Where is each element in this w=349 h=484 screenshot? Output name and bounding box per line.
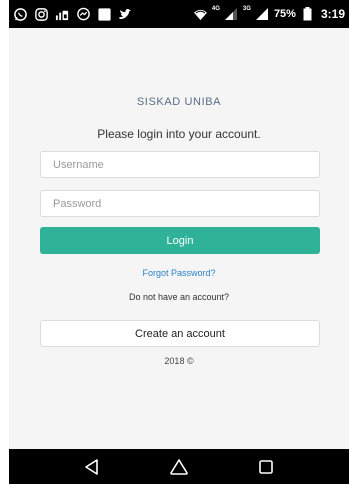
instagram-icon [34,7,49,22]
no-account-text: Do not have an account? [128,292,230,302]
signal-meter-icon [55,7,70,22]
battery-icon [300,7,315,22]
wifi-icon [193,7,208,22]
battery-percent: 75% [273,8,296,20]
phone-frame: 4G 3G 75% 3:19 SISKAD UNIBA Please login… [0,0,349,484]
clock: 3:19 [320,7,345,21]
signal-3g-icon [255,7,270,22]
login-screen: SISKAD UNIBA Please login into your acco… [9,28,349,449]
square-notification-icon [97,7,112,22]
forgot-password-link[interactable]: Forgot Password? [9,268,349,278]
home-icon[interactable] [165,453,193,481]
login-button[interactable]: Login [40,227,320,254]
create-account-button[interactable]: Create an account [40,320,320,347]
status-bar: 4G 3G 75% 3:19 [9,0,349,28]
back-icon[interactable] [78,453,106,481]
network-3g-label: 3G [242,6,251,12]
navigation-bar [9,449,349,484]
copyright-footer: 2018 © [164,356,194,366]
whatsapp-icon [13,7,28,22]
login-subtitle: Please login into your account. [97,127,261,141]
recents-icon[interactable] [252,453,280,481]
messenger-icon [76,7,91,22]
network-4g-label: 4G [211,6,220,12]
password-input[interactable] [40,190,320,217]
signal-4g-icon [224,7,239,22]
system-status: 4G 3G 75% 3:19 [193,6,345,22]
username-input[interactable] [40,151,320,178]
twitter-icon [118,7,133,22]
notification-icons [13,7,133,22]
app-title: SISKAD UNIBA [136,96,222,108]
